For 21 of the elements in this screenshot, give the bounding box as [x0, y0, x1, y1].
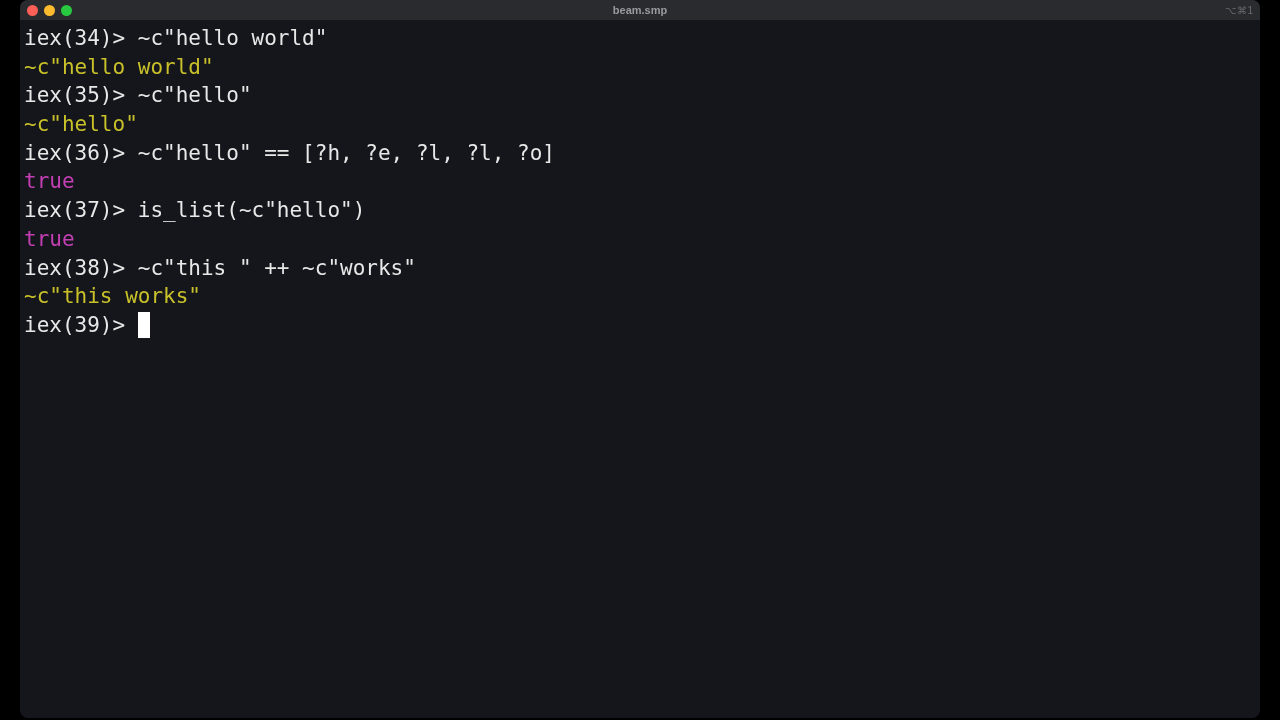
- output-text: true: [24, 225, 75, 253]
- output-text: ~c"hello": [24, 111, 138, 139]
- command-text: ~c"hello" == [?h, ?e, ?l, ?l, ?o]: [137, 139, 555, 167]
- command-text: is_list(~c"hello"): [137, 197, 366, 225]
- command-text: ~c"this " ++ ~c"works": [137, 254, 416, 282]
- output-text: ~c"this works": [24, 283, 201, 311]
- prompt: iex(34)>: [24, 25, 126, 52]
- window-title: beam.smp: [612, 2, 668, 18]
- prompt: iex(38)>: [24, 254, 126, 282]
- command-text: ~c"hello": [137, 82, 252, 110]
- output-text: true: [24, 168, 75, 196]
- output-text: ~c"hello world": [24, 53, 214, 81]
- close-button[interactable]: [27, 4, 38, 16]
- window-shortcut: ⌥⌘1: [1225, 3, 1253, 18]
- prompt: iex(39)>: [24, 311, 126, 339]
- prompt: iex(37)>: [24, 197, 126, 225]
- prompt: iex(35)>: [24, 82, 126, 110]
- prompt: iex(36)>: [24, 139, 126, 167]
- command-text: ~c"hello world": [137, 25, 328, 52]
- minimize-button[interactable]: [44, 4, 55, 16]
- zoom-button[interactable]: [61, 4, 72, 16]
